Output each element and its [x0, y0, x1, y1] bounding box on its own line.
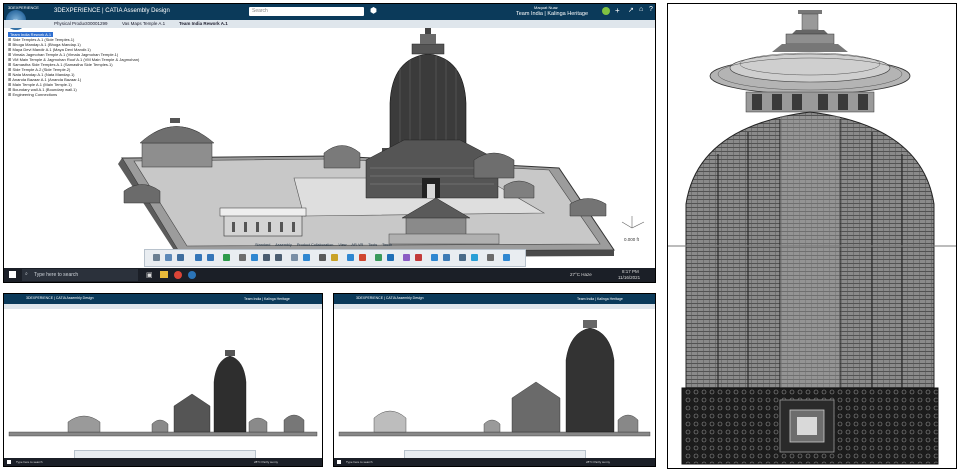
clock-time: 8:17 PM: [622, 269, 639, 274]
axis-triad-icon: [621, 216, 645, 229]
window-title: 3DEXPERIENCE | CATIA Assembly Design: [26, 296, 94, 300]
title-bar: 3DEXPERIENCE | CATIA Assembly Design Tea…: [334, 294, 655, 304]
tab-touch[interactable]: Touch: [382, 243, 392, 247]
cut-icon[interactable]: [153, 254, 160, 261]
temple-elevation-view[interactable]: [334, 310, 655, 448]
hide-show-icon[interactable]: [331, 254, 338, 261]
undo-icon[interactable]: [195, 254, 202, 261]
pan-icon[interactable]: [263, 254, 270, 261]
scale-label: 0.000 ft: [624, 237, 640, 242]
tab-tools[interactable]: Tools: [368, 243, 377, 247]
taskbar-search[interactable]: ⌕ Type here to search: [22, 269, 138, 281]
weather-text: 27°C Haze: [570, 272, 592, 277]
document-tabs: Physical Product00001299 Vas Maps Temple…: [4, 20, 655, 28]
action-bar: Standard Assembly Product Collaboration …: [144, 243, 526, 267]
weather-text: 28°C Partly sunny: [586, 460, 611, 464]
render-style-icon[interactable]: [319, 254, 326, 261]
search-input[interactable]: Search: [249, 7, 364, 16]
window-title: 3DEXPERIENCE | CATIA Assembly Design: [54, 8, 170, 14]
bottom-right-catia-window: 3DEXPERIENCE | CATIA Assembly Design Tea…: [333, 293, 656, 467]
taskbar-search-text[interactable]: Type here to search: [346, 460, 373, 464]
folder-icon[interactable]: [160, 271, 168, 278]
tab-physical-product[interactable]: Physical Product00001299: [54, 21, 108, 26]
plus-icon[interactable]: +: [615, 6, 620, 15]
tag-icon[interactable]: ⬢: [370, 6, 377, 15]
chrome-icon[interactable]: [174, 271, 182, 279]
measure-icon[interactable]: [359, 254, 366, 261]
tab-product-collaboration[interactable]: Product Collaboration: [297, 243, 334, 247]
bhoga-mandap-hall[interactable]: [219, 207, 307, 237]
weather-text: 28°C Partly sunny: [254, 460, 279, 464]
iso-view-icon[interactable]: [303, 254, 310, 261]
clock-date: 11/16/2021: [618, 275, 641, 280]
main-catia-window: 3DEXPERIENCE 3D 3DEXPERIENCE | CATIA Ass…: [3, 3, 656, 283]
windows-taskbar: ⌕ Type here to search ▣ 27°C Haze 8:17 P…: [4, 268, 655, 282]
settings-icon[interactable]: [487, 254, 494, 261]
copy-icon[interactable]: [165, 254, 172, 261]
left-shrine[interactable]: [139, 118, 215, 168]
share-icon[interactable]: ↗: [628, 6, 634, 14]
main-tower-detail-model[interactable]: [668, 4, 956, 468]
title-bar: 3DEXPERIENCE 3D 3DEXPERIENCE | CATIA Ass…: [4, 4, 655, 30]
task-view-icon[interactable]: ▣: [146, 271, 153, 279]
paste-icon[interactable]: [177, 254, 184, 261]
tower-closeup-render: [667, 3, 957, 469]
user-avatar-icon[interactable]: [602, 7, 610, 15]
search-icon: ⌕: [25, 271, 28, 277]
bottom-left-catia-window: 3DEXPERIENCE | CATIA Assembly Design Tea…: [3, 293, 323, 467]
taskbar-search-text: Type here to search: [34, 272, 79, 278]
temple-elevation-view[interactable]: [4, 310, 322, 448]
workspace-label: Team India | Kalinga Heritage: [577, 297, 623, 301]
normal-view-icon[interactable]: [291, 254, 298, 261]
taskbar-search-text[interactable]: Type here to search: [16, 460, 43, 464]
snap-icon[interactable]: [387, 254, 394, 261]
window-title: 3DEXPERIENCE | CATIA Assembly Design: [356, 296, 424, 300]
section-icon[interactable]: [347, 254, 354, 261]
windows-start-icon[interactable]: [9, 271, 16, 278]
document-tabs: [4, 304, 322, 309]
tab-ar-vr[interactable]: AR-VR: [351, 243, 363, 247]
redo-icon[interactable]: [207, 254, 214, 261]
catia-taskbar-icon[interactable]: [188, 271, 196, 279]
search-placeholder: Search: [252, 8, 268, 14]
rotate-icon[interactable]: [275, 254, 282, 261]
tab-standard[interactable]: Standard: [255, 243, 270, 247]
more-icon[interactable]: [503, 254, 510, 261]
table-icon[interactable]: [459, 254, 466, 261]
action-bar-tabs: Standard Assembly Product Collaboration …: [255, 243, 392, 247]
clash-icon[interactable]: [415, 254, 422, 261]
workspace-label[interactable]: Team India | Kalinga Heritage: [516, 11, 588, 17]
tab-assembly[interactable]: Assembly: [275, 243, 291, 247]
windows-taskbar: Type here to search 28°C Partly sunny: [334, 458, 655, 466]
explode-icon[interactable]: [403, 254, 410, 261]
windows-start-icon[interactable]: [337, 460, 341, 464]
zoom-icon[interactable]: [239, 254, 246, 261]
capture-icon[interactable]: [471, 254, 478, 261]
home-icon[interactable]: ⌂: [639, 6, 643, 13]
temple-complex-3d-view[interactable]: [4, 28, 655, 258]
title-bar: 3DEXPERIENCE | CATIA Assembly Design Tea…: [4, 294, 322, 304]
windows-start-icon[interactable]: [7, 460, 11, 464]
tab-vas-maps-temple[interactable]: Vas Maps Temple A.1: [122, 21, 165, 26]
update-icon[interactable]: [223, 254, 230, 261]
fit-all-icon[interactable]: [251, 254, 258, 261]
workspace-label: Team India | Kalinga Heritage: [244, 297, 290, 301]
user-name: Maquat Nuaz: [534, 5, 558, 10]
publish-icon[interactable]: [431, 254, 438, 261]
tab-team-india-rework[interactable]: Team India Rework A.1: [179, 21, 228, 26]
tab-view[interactable]: View: [338, 243, 346, 247]
windows-taskbar: Type here to search 28°C Partly sunny: [4, 458, 322, 466]
app-name: 3DEXPERIENCE: [8, 5, 39, 10]
share-model-icon[interactable]: [443, 254, 450, 261]
document-tabs: [334, 304, 655, 309]
help-icon[interactable]: ?: [649, 6, 653, 13]
constraint-icon[interactable]: [375, 254, 382, 261]
